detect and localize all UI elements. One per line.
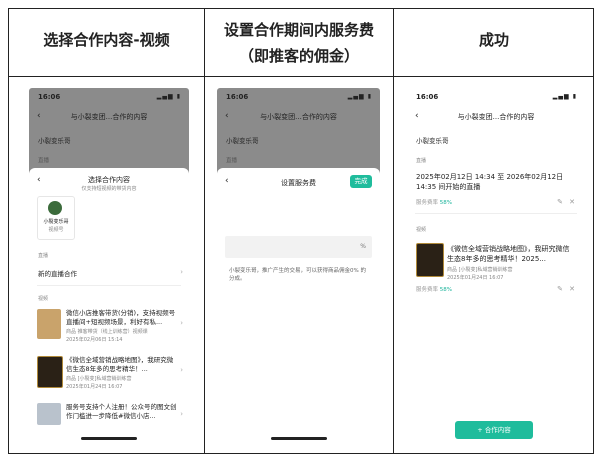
section-live-label: 直播 xyxy=(416,158,427,164)
account-sub: 视频号 xyxy=(48,227,64,233)
home-indicator xyxy=(270,437,327,440)
video-thumbnail xyxy=(416,243,444,277)
column-title-3: 成功 xyxy=(478,31,509,49)
home-indicator xyxy=(81,437,137,440)
video-title: 《微信全域营销战略地图》，我研究微信生态8年多的思考精华！... xyxy=(66,356,174,373)
video-title: 服务号支持个人注册！公众号的图文创作门槛进一步降低#微信小店... xyxy=(66,403,177,420)
fee-rate-input[interactable]: % xyxy=(225,236,372,258)
fee-rate-value: 58% xyxy=(439,200,452,206)
nav-title: 与小裂变团...合作的内容 xyxy=(457,113,535,121)
divider xyxy=(415,213,577,214)
sheet-title: 选择合作内容 xyxy=(88,176,130,184)
set-fee-sheet: ‹ 设置服务费 完成 % 小裂变乐哥，推广产生的交易，可以获得商品佣金0% 的分… xyxy=(217,168,380,446)
fee-rate-row: 服务费率 58% xyxy=(416,198,452,206)
phone-screen-select-content: 16:06 ▂▄▆ ▮ ‹ 与小裂变团...合作的内容 小裂变乐哥 直播 ‹ 选… xyxy=(29,88,189,446)
video-thumbnail xyxy=(37,356,63,388)
video-meta: 商品 [小裂变]私域营销训练营 xyxy=(66,376,132,382)
video-meta: 商品 [小裂变]私域营销训练营 xyxy=(447,267,513,273)
new-live-item[interactable]: 新的直播合作 xyxy=(38,268,77,278)
chevron-right-icon: › xyxy=(180,319,183,327)
column-title-1: 选择合作内容-视频 xyxy=(43,31,170,49)
nav-bar: ‹ 与小裂变团...合作的内容 xyxy=(407,108,585,126)
column-title-2: 设置合作期间内服务费 xyxy=(223,21,374,39)
nav-bar: ‹ 与小裂变团...合作的内容 xyxy=(29,108,189,126)
video-meta: 商品 推客带货（线上训练营）视频课 xyxy=(66,329,148,335)
video-item[interactable]: 《微信全域营销战略地图》，我研究微信生态8年多的思考精华！... 商品 [小裂变… xyxy=(29,356,189,396)
account-name: 小裂变乐哥 xyxy=(43,219,69,225)
chevron-right-icon: › xyxy=(180,268,183,276)
chevron-right-icon: › xyxy=(180,410,183,418)
shop-name: 小裂变乐哥 xyxy=(38,137,71,145)
video-title: 微信小店推客带货(分销)，支持视频号直播间+短视频场景，利好有私... xyxy=(66,309,176,326)
close-icon[interactable]: ✕ xyxy=(569,285,575,293)
video-date: 2025年01月24日 16:07 xyxy=(66,384,123,390)
header-divider xyxy=(9,76,593,77)
video-item[interactable]: 微信小店推客带货(分销)，支持视频号直播间+短视频场景，利好有私... 商品 推… xyxy=(29,309,189,349)
dim-section-label: 直播 xyxy=(226,158,238,164)
avatar xyxy=(48,201,62,215)
edit-icon[interactable]: ✎ xyxy=(557,285,563,293)
status-bar: 16:06 ▂▄▆ ▮ xyxy=(29,88,189,106)
shop-name: 小裂变乐哥 xyxy=(416,137,449,145)
confirm-button[interactable]: 完成 xyxy=(350,175,372,188)
phone-screen-success: 16:06 ▂▄▆ ▮ ‹ 与小裂变团...合作的内容 小裂变乐哥 直播 202… xyxy=(407,88,585,446)
account-card[interactable]: 小裂变乐哥 视频号 xyxy=(37,196,75,240)
section-live-label: 直播 xyxy=(38,253,49,259)
nav-bar: ‹ 与小裂变团...合作的内容 xyxy=(217,108,380,126)
close-icon[interactable]: ✕ xyxy=(569,198,575,206)
fee-hint: 小裂变乐哥，推广产生的交易，可以获得商品佣金0% 的分成。 xyxy=(229,268,366,282)
section-video-label: 视频 xyxy=(416,227,427,233)
shop-name: 小裂变乐哥 xyxy=(226,137,259,145)
signal-icon: ▂▄▆ ▮ xyxy=(552,93,577,100)
fee-rate-label: 服务费率 xyxy=(416,287,439,293)
video-thumbnail xyxy=(37,403,61,425)
signal-icon: ▂▄▆ ▮ xyxy=(347,93,372,100)
video-date: 2025年01月24日 16:07 xyxy=(447,275,504,281)
phone-screen-set-fee: 16:06 ▂▄▆ ▮ ‹ 与小裂变团...合作的内容 小裂变乐哥 直播 ‹ 设… xyxy=(217,88,380,446)
chevron-right-icon: › xyxy=(180,366,183,374)
section-video-label: 视频 xyxy=(38,296,49,302)
video-item[interactable]: 服务号支持个人注册！公众号的图文创作门槛进一步降低#微信小店... › xyxy=(29,403,189,429)
video-thumbnail xyxy=(37,309,61,339)
select-content-sheet: ‹ 选择合作内容 仅支持短视频的带货内容 小裂变乐哥 视频号 直播 新的直播合作… xyxy=(29,168,189,446)
sheet-subtitle: 仅支持短视频的带货内容 xyxy=(81,186,137,192)
video-date: 2025年02月06日 15:14 xyxy=(66,337,123,343)
add-content-button[interactable]: + 合作内容 xyxy=(455,421,533,439)
live-period-text: 2025年02月12日 14:34 至 2026年02月12日 14:35 间开… xyxy=(416,173,564,191)
fee-rate-row: 服务费率 58% xyxy=(416,285,452,293)
nav-title: 与小裂变团...合作的内容 xyxy=(70,113,148,121)
percent-unit: % xyxy=(360,243,366,250)
video-title: 《微信全域营销战略地图》，我研究微信生态8年多的思考精华！2025... xyxy=(447,245,570,263)
status-time: 16:06 xyxy=(38,93,61,101)
comparison-frame: 选择合作内容-视频 设置合作期间内服务费 （即推客的佣金） 成功 16:06 ▂… xyxy=(8,8,594,454)
fee-rate-value: 58% xyxy=(439,287,452,293)
edit-icon[interactable]: ✎ xyxy=(557,198,563,206)
status-time: 16:06 xyxy=(416,93,439,101)
dim-section-label: 直播 xyxy=(38,158,50,164)
signal-icon: ▂▄▆ ▮ xyxy=(156,93,181,100)
fee-rate-label: 服务费率 xyxy=(416,200,439,206)
nav-title: 与小裂变团...合作的内容 xyxy=(260,113,337,121)
status-time: 16:06 xyxy=(226,93,249,101)
column-subtitle-2: （即推客的佣金） xyxy=(238,47,359,65)
status-bar: 16:06 ▂▄▆ ▮ xyxy=(217,88,380,106)
divider xyxy=(37,285,181,286)
status-bar: 16:06 ▂▄▆ ▮ xyxy=(407,88,585,106)
